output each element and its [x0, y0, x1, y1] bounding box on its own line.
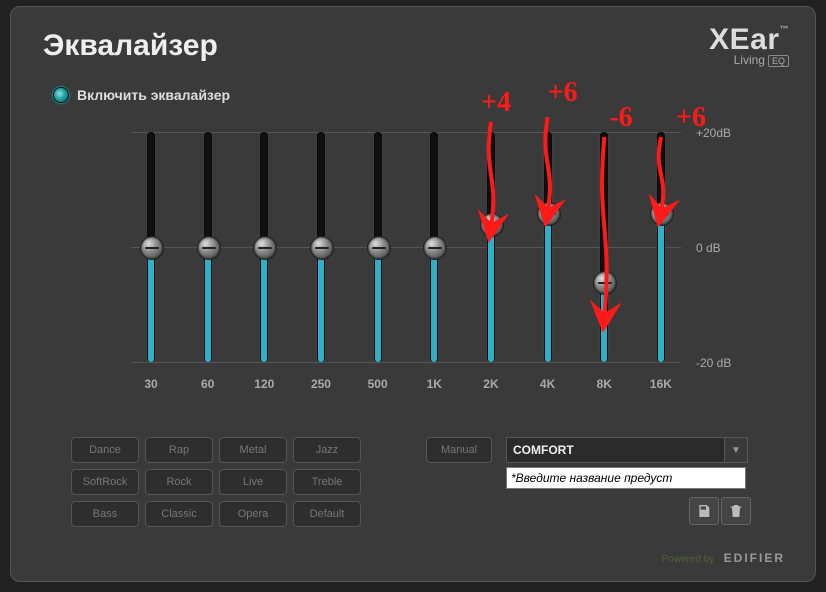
scale-bot: -20 dB — [696, 356, 731, 370]
preset-softrock[interactable]: SoftRock — [71, 469, 139, 495]
page-title: Эквалайзер — [43, 29, 218, 63]
preset-default[interactable]: Default — [293, 501, 361, 527]
preset-metal[interactable]: Metal — [219, 437, 287, 463]
eq-band-250: 250 — [301, 122, 341, 402]
eq-band-60: 60 — [188, 122, 228, 402]
slider-thumb[interactable] — [650, 202, 674, 226]
trash-icon — [728, 503, 744, 519]
slider-fill — [545, 213, 551, 363]
eq-band-4K: 4K — [528, 122, 568, 402]
eq-band-16K: 16K — [641, 122, 681, 402]
preset-rap[interactable]: Rap — [145, 437, 213, 463]
eq-band-2K: 2K — [471, 122, 511, 402]
preset-bass[interactable]: Bass — [71, 501, 139, 527]
slider-thumb[interactable] — [480, 213, 504, 237]
enable-label: Включить эквалайзер — [77, 87, 230, 103]
equalizer-area: +20dB 0 dB -20 dB 30 60 120 250 500 1K 2K 4K 8K 1… — [71, 122, 751, 402]
band-label: 250 — [301, 377, 341, 391]
preset-opera[interactable]: Opera — [219, 501, 287, 527]
delete-button[interactable] — [721, 497, 751, 525]
slider-fill — [488, 224, 494, 362]
floppy-icon — [696, 503, 712, 519]
band-label: 500 — [358, 377, 398, 391]
slider-fill — [431, 247, 437, 362]
preset-rock[interactable]: Rock — [145, 469, 213, 495]
band-label: 60 — [188, 377, 228, 391]
eq-band-30: 30 — [131, 122, 171, 402]
band-label: 120 — [244, 377, 284, 391]
manual-button[interactable]: Manual — [426, 437, 492, 463]
footer: Powered by EDIFIER — [662, 551, 786, 565]
radio-icon — [53, 87, 69, 103]
save-button[interactable] — [689, 497, 719, 525]
preset-grid: DanceRapMetalJazz SoftRockRockLiveTreble B… — [71, 437, 361, 527]
preset-jazz[interactable]: Jazz — [293, 437, 361, 463]
slider-fill — [148, 247, 154, 362]
slider-fill — [658, 213, 664, 363]
band-label: 16K — [641, 377, 681, 391]
slider-thumb[interactable] — [593, 271, 617, 295]
slider-thumb[interactable] — [197, 236, 221, 260]
slider-thumb[interactable] — [423, 236, 447, 260]
slider-thumb[interactable] — [310, 236, 334, 260]
scale-mid: 0 dB — [696, 241, 721, 255]
eq-panel: Эквалайзер XEar™ LivingEQ Включить эквал… — [10, 6, 816, 582]
preset-classic[interactable]: Classic — [145, 501, 213, 527]
brand-logo: XEar™ LivingEQ — [709, 25, 789, 67]
band-label: 2K — [471, 377, 511, 391]
slider-thumb[interactable] — [140, 236, 164, 260]
slider-fill — [375, 247, 381, 362]
slider-fill — [261, 247, 267, 362]
band-label: 4K — [528, 377, 568, 391]
chevron-down-icon: ▼ — [724, 438, 747, 462]
slider-fill — [205, 247, 211, 362]
preset-name-input[interactable] — [506, 467, 746, 489]
eq-band-1K: 1K — [414, 122, 454, 402]
eq-band-8K: 8K — [584, 122, 624, 402]
slider-thumb[interactable] — [253, 236, 277, 260]
slider-thumb[interactable] — [367, 236, 391, 260]
scale-top: +20dB — [696, 126, 731, 140]
preset-select[interactable]: COMFORT ▼ — [506, 437, 748, 463]
band-label: 30 — [131, 377, 171, 391]
band-label: 8K — [584, 377, 624, 391]
preset-dance[interactable]: Dance — [71, 437, 139, 463]
preset-treble[interactable]: Treble — [293, 469, 361, 495]
eq-band-500: 500 — [358, 122, 398, 402]
band-label: 1K — [414, 377, 454, 391]
enable-equalizer-toggle[interactable]: Включить эквалайзер — [53, 87, 230, 103]
slider-thumb[interactable] — [537, 202, 561, 226]
preset-select-value: COMFORT — [507, 443, 724, 457]
preset-live[interactable]: Live — [219, 469, 287, 495]
eq-band-120: 120 — [244, 122, 284, 402]
eq-bands: 30 60 120 250 500 1K 2K 4K 8K 16K — [131, 122, 681, 402]
slider-fill — [318, 247, 324, 362]
